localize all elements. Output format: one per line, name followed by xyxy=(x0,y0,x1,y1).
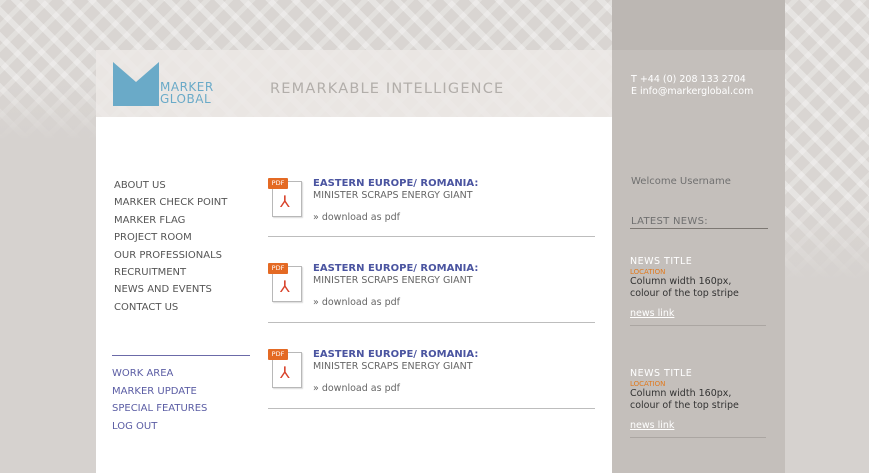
article-item: PDF ⅄ EASTERN EUROPE/ ROMANIA: MINISTER … xyxy=(268,178,595,238)
nav-item-special-features[interactable]: SPECIAL FEATURES xyxy=(112,400,207,418)
article-divider xyxy=(268,322,595,323)
nav-item-work-area[interactable]: WORK AREA xyxy=(112,365,207,383)
nav-item-marker-update[interactable]: MARKER UPDATE xyxy=(112,383,207,401)
contact-info: T +44 (0) 208 133 2704 E info@markerglob… xyxy=(631,74,753,98)
logo-line-global: GLOBAL xyxy=(160,92,212,106)
nav-item-contact-us[interactable]: CONTACT US xyxy=(114,299,227,316)
nav-item-log-out[interactable]: LOG OUT xyxy=(112,418,207,436)
contact-email[interactable]: E info@markerglobal.com xyxy=(631,86,753,98)
news-body-line: colour of the top stripe xyxy=(630,399,739,411)
work-area-nav: WORK AREA MARKER UPDATE SPECIAL FEATURES… xyxy=(112,365,207,435)
news-title: NEWS TITLE xyxy=(630,368,693,379)
article-title[interactable]: EASTERN EUROPE/ ROMANIA: xyxy=(313,349,478,360)
pdf-file-icon[interactable]: PDF ⅄ xyxy=(268,178,304,218)
acrobat-symbol-icon: ⅄ xyxy=(280,192,290,211)
site-tagline: REMARKABLE INTELLIGENCE xyxy=(270,81,505,97)
news-body-line: colour of the top stripe xyxy=(630,287,739,299)
news-title: NEWS TITLE xyxy=(630,256,693,267)
news-divider xyxy=(630,437,766,438)
nav-item-project-room[interactable]: PROJECT ROOM xyxy=(114,229,227,246)
download-pdf-link[interactable]: » download as pdf xyxy=(313,297,400,308)
article-title[interactable]: EASTERN EUROPE/ ROMANIA: xyxy=(313,178,478,189)
pdf-file-icon[interactable]: PDF ⅄ xyxy=(268,263,304,303)
article-divider xyxy=(268,236,595,237)
nav-item-recruitment[interactable]: RECRUITMENT xyxy=(114,264,227,281)
logo-wordmark[interactable]: MARKER GLOBAL xyxy=(160,81,214,105)
marker-global-logo-icon[interactable] xyxy=(113,62,159,106)
pdf-badge: PDF xyxy=(268,349,288,360)
news-body-line: Column width 160px, xyxy=(630,276,732,287)
pdf-file-icon[interactable]: PDF ⅄ xyxy=(268,349,304,389)
main-nav: ABOUT US MARKER CHECK POINT MARKER FLAG … xyxy=(114,177,227,316)
article-subtitle: MINISTER SCRAPS ENERGY GIANT xyxy=(313,190,473,201)
acrobat-symbol-icon: ⅄ xyxy=(280,277,290,296)
news-location: LOCATION xyxy=(630,268,666,276)
news-item: NEWS TITLE LOCATION Column width 160px, … xyxy=(630,368,766,431)
article-subtitle: MINISTER SCRAPS ENERGY GIANT xyxy=(313,361,473,372)
download-pdf-link[interactable]: » download as pdf xyxy=(313,212,400,223)
nav-item-our-professionals[interactable]: OUR PROFESSIONALS xyxy=(114,247,227,264)
latest-news-divider xyxy=(630,228,768,229)
sidebar-top-stripe xyxy=(612,0,785,50)
article-divider xyxy=(268,408,595,409)
background-fade-left xyxy=(0,80,96,473)
news-location: LOCATION xyxy=(630,380,666,388)
article-item: PDF ⅄ EASTERN EUROPE/ ROMANIA: MINISTER … xyxy=(268,349,595,409)
nav-item-news-and-events[interactable]: NEWS AND EVENTS xyxy=(114,281,227,298)
acrobat-symbol-icon: ⅄ xyxy=(280,363,290,382)
pdf-badge: PDF xyxy=(268,178,288,189)
article-title[interactable]: EASTERN EUROPE/ ROMANIA: xyxy=(313,263,478,274)
news-link[interactable]: news link xyxy=(630,308,766,319)
article-item: PDF ⅄ EASTERN EUROPE/ ROMANIA: MINISTER … xyxy=(268,263,595,323)
download-pdf-link[interactable]: » download as pdf xyxy=(313,383,400,394)
work-area-divider xyxy=(112,355,250,356)
welcome-message: Welcome Username xyxy=(631,176,731,187)
nav-item-marker-check-point[interactable]: MARKER CHECK POINT xyxy=(114,194,227,211)
nav-item-about-us[interactable]: ABOUT US xyxy=(114,177,227,194)
news-item: NEWS TITLE LOCATION Column width 160px, … xyxy=(630,256,766,319)
news-divider xyxy=(630,325,766,326)
pdf-badge: PDF xyxy=(268,263,288,274)
news-link[interactable]: news link xyxy=(630,420,766,431)
latest-news-heading: LATEST NEWS: xyxy=(631,216,708,227)
article-subtitle: MINISTER SCRAPS ENERGY GIANT xyxy=(313,275,473,286)
background-fade-right xyxy=(785,200,869,473)
nav-item-marker-flag[interactable]: MARKER FLAG xyxy=(114,212,227,229)
news-body-line: Column width 160px, xyxy=(630,388,732,399)
contact-phone: T +44 (0) 208 133 2704 xyxy=(631,74,746,85)
